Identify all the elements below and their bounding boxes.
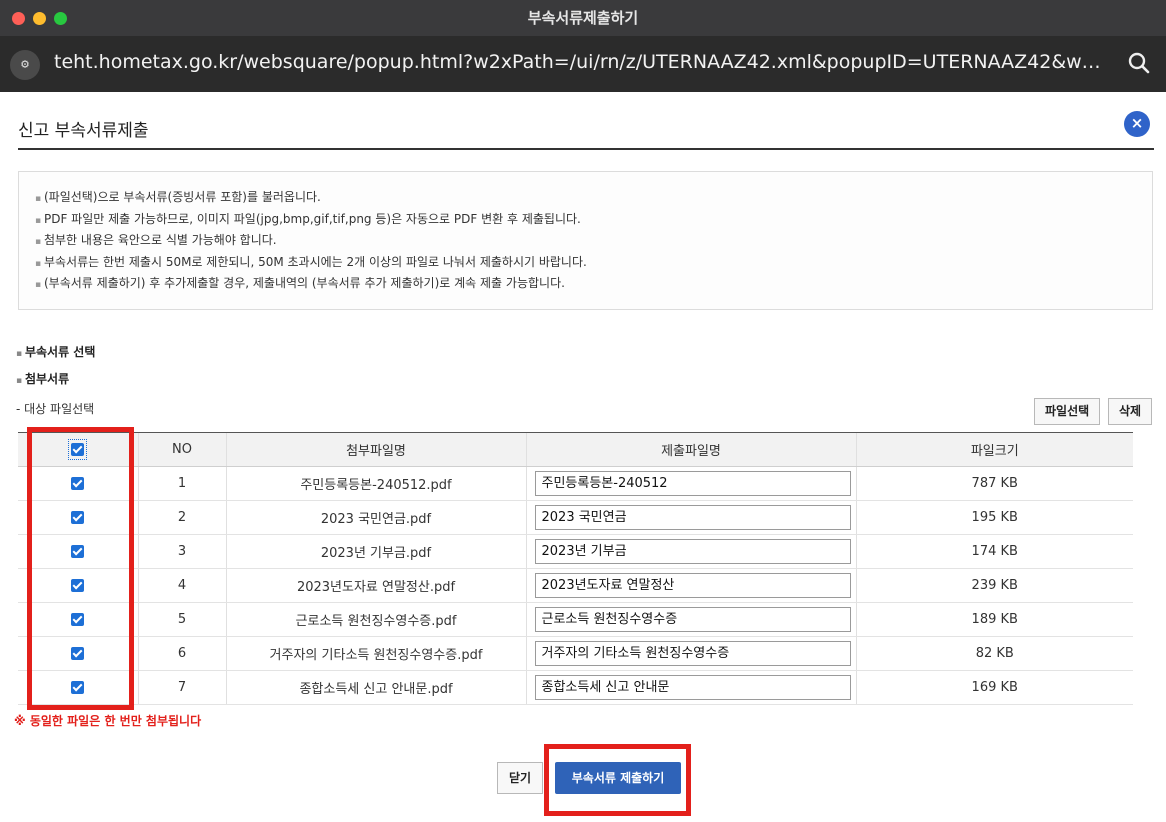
row-file-size: 239 KB [855, 568, 1133, 603]
row-no: 1 [137, 466, 226, 501]
section-attach-label: 첨부서류 [16, 370, 69, 387]
notice-item: (파일선택)으로 부속서류(증빙서류 포함)를 불러옵니다. [35, 188, 1136, 210]
page-header: 신고 부속서류제출 × [0, 92, 1166, 150]
table-row: 4 2023년도자료 연말정산.pdf 2023년도자료 연말정산 239 KB [18, 568, 1133, 603]
row-no: 4 [137, 568, 226, 603]
window-title: 부속서류제출하기 [527, 9, 639, 27]
row-file-size: 82 KB [855, 636, 1133, 671]
close-button[interactable]: 닫기 [497, 762, 543, 794]
close-popup-button[interactable]: × [1124, 111, 1150, 137]
duplicate-file-warning: ※ 동일한 파일은 한 번만 첨부됩니다 [14, 714, 202, 728]
checkbox-column-highlight [27, 427, 134, 710]
submit-name-input[interactable]: 2023 국민연금 [534, 505, 851, 530]
file-table: NO 첨부파일명 제출파일명 파일크기 1 주민등록등본-240512.pdf … [18, 432, 1133, 705]
header-file-size: 파일크기 [855, 432, 1133, 467]
notice-item: 부속서류는 한번 제출시 50M로 제한되니, 50M 초과시에는 2개 이상의… [35, 253, 1136, 275]
row-attach-name: 근로소득 원천징수영수증.pdf [225, 602, 526, 637]
row-attach-name: 거주자의 기타소득 원천징수영수증.pdf [225, 636, 526, 671]
row-file-size: 195 KB [855, 500, 1133, 535]
zoom-icon[interactable] [1126, 50, 1152, 76]
table-row: 7 종합소득세 신고 안내문.pdf 종합소득세 신고 안내문 169 KB [18, 670, 1133, 705]
page-title: 신고 부속서류제출 [18, 121, 149, 141]
file-select-button[interactable]: 파일선택 [1034, 398, 1101, 425]
table-row: 2 2023 국민연금.pdf 2023 국민연금 195 KB [18, 500, 1133, 535]
notice-item: PDF 파일만 제출 가능하므로, 이미지 파일(jpg,bmp,gif,tif… [35, 210, 1136, 232]
notice-box: (파일선택)으로 부속서류(증빙서류 포함)를 불러옵니다. PDF 파일만 제… [18, 171, 1153, 310]
notice-item: 첨부한 내용은 육안으로 식별 가능해야 합니다. [35, 231, 1136, 253]
row-no: 6 [137, 636, 226, 671]
address-bar: ⚙ teht.hometax.go.kr/websquare/popup.htm… [0, 36, 1166, 92]
row-no: 5 [137, 602, 226, 637]
header-no: NO [137, 432, 226, 467]
row-attach-name: 2023 국민연금.pdf [225, 500, 526, 535]
table-row: 5 근로소득 원천징수영수증.pdf 근로소득 원천징수영수증 189 KB [18, 602, 1133, 637]
row-no: 3 [137, 534, 226, 569]
table-row: 6 거주자의 기타소득 원천징수영수증.pdf 거주자의 기타소득 원천징수영수… [18, 636, 1133, 671]
row-attach-name: 주민등록등본-240512.pdf [225, 466, 526, 501]
row-file-size: 787 KB [855, 466, 1133, 501]
submit-name-input[interactable]: 주민등록등본-240512 [534, 471, 851, 496]
row-file-size: 169 KB [855, 670, 1133, 705]
table-row: 1 주민등록등본-240512.pdf 주민등록등본-240512 787 KB [18, 466, 1133, 501]
delete-button[interactable]: 삭제 [1108, 398, 1153, 425]
submit-name-input[interactable]: 종합소득세 신고 안내문 [534, 675, 851, 700]
submit-name-input[interactable]: 근로소득 원천징수영수증 [534, 607, 851, 632]
header-divider [18, 148, 1154, 150]
row-file-size: 174 KB [855, 534, 1133, 569]
header-submit-name: 제출파일명 [525, 432, 856, 467]
header-attach-name: 첨부파일명 [225, 432, 526, 467]
submit-name-input[interactable]: 2023년도자료 연말정산 [534, 573, 851, 598]
table-header-row: NO 첨부파일명 제출파일명 파일크기 [18, 432, 1133, 467]
row-no: 7 [137, 670, 226, 705]
window-titlebar: 부속서류제출하기 [0, 0, 1166, 36]
section-select-label: 부속서류 선택 [16, 343, 95, 360]
site-settings-icon[interactable]: ⚙ [10, 50, 40, 80]
row-attach-name: 종합소득세 신고 안내문.pdf [225, 670, 526, 705]
row-attach-name: 2023년 기부금.pdf [225, 534, 526, 569]
row-attach-name: 2023년도자료 연말정산.pdf [225, 568, 526, 603]
submit-button-highlight [544, 744, 691, 816]
url-text[interactable]: teht.hometax.go.kr/websquare/popup.html?… [54, 51, 1104, 73]
row-file-size: 189 KB [855, 602, 1133, 637]
row-no: 2 [137, 500, 226, 535]
table-row: 3 2023년 기부금.pdf 2023년 기부금 174 KB [18, 534, 1133, 569]
target-file-label: - 대상 파일선택 [16, 402, 95, 416]
submit-name-input[interactable]: 거주자의 기타소득 원천징수영수증 [534, 641, 851, 666]
submit-name-input[interactable]: 2023년 기부금 [534, 539, 851, 564]
notice-item: (부속서류 제출하기) 후 추가제출할 경우, 제출내역의 (부속서류 추가 제… [35, 274, 1136, 296]
